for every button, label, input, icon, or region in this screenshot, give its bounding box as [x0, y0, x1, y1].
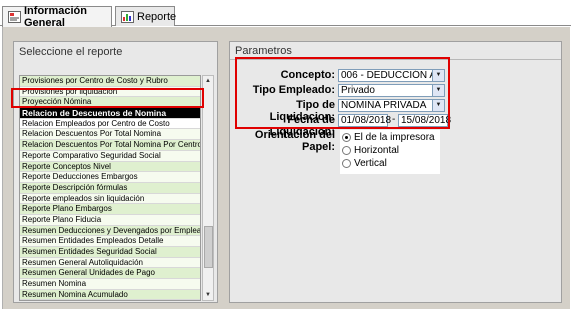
report-list-item[interactable]: Reporte empleados sin liquidación [20, 193, 200, 205]
radio-label: El de la impresora [354, 132, 435, 143]
report-list-item[interactable]: Relacion Descuentos Por Total Nomina [20, 129, 200, 141]
report-list-item[interactable]: Reporte Comparativo Seguridad Social [20, 150, 200, 162]
fecha-hasta-input[interactable]: 15/08/2018 [398, 114, 451, 127]
radio-checked-icon[interactable] [342, 133, 351, 142]
orientacion-radio-group: El de la impresora Horizontal Vertical [340, 130, 440, 174]
tipo-empleado-label: Tipo Empleado: [252, 84, 335, 96]
report-selection-panel: Seleccione el reporte Provisiones por Ce… [13, 41, 218, 303]
radio-el-de-la-impresora[interactable]: El de la impresora [342, 132, 435, 143]
concepto-select[interactable]: 006 - DEDUCCIÓN AFC D ▼ [338, 69, 445, 82]
report-list-item[interactable]: Resumen Nomina [20, 279, 200, 290]
tab-label: Reporte [137, 10, 177, 23]
report-list-item[interactable]: Resumen Deducciones y Devengados por Emp… [20, 225, 200, 237]
date-separator: - [392, 114, 396, 125]
scroll-thumb[interactable] [204, 226, 213, 268]
scroll-down-icon[interactable]: ▼ [203, 290, 213, 300]
chevron-down-icon[interactable]: ▼ [432, 85, 444, 96]
panel-title: Parametros [235, 45, 292, 57]
report-window: Información General Reporte Seleccione e… [0, 0, 571, 309]
tipo-empleado-value: Privado [341, 85, 375, 96]
tipo-liquidacion-select[interactable]: NOMINA PRIVADA ▼ [338, 99, 445, 112]
report-list-item[interactable]: Reporte Descripción fórmulas [20, 182, 200, 194]
radio-label: Vertical [354, 158, 387, 169]
divider [230, 59, 561, 60]
tab-reporte[interactable]: Reporte [115, 6, 177, 26]
orientacion-label: Orientacion del Papel: [230, 129, 335, 153]
parameters-panel: Parametros Concepto: 006 - DEDUCCIÓN AFC… [229, 41, 562, 303]
report-list-item[interactable]: Reporte Plano Fiducia [20, 214, 200, 226]
report-list-item[interactable]: Relacion Descuentos Por Total Nomina Por… [20, 140, 200, 151]
radio-label: Horizontal [354, 145, 400, 156]
tab-label: Información General [24, 5, 87, 29]
orientacion-label-line2: Papel: [301, 141, 335, 153]
report-list-item[interactable]: Relacion de Descuentos de Nomina [20, 108, 200, 119]
report-list-item[interactable]: Provisiones por liquidacion [20, 86, 200, 98]
report-list[interactable]: Provisiones por Centro de Costo y Rubro P… [19, 75, 201, 301]
tab-strip: Información General Reporte [0, 5, 571, 29]
tab-informacion-general[interactable]: Información General [2, 5, 112, 29]
radio-vertical[interactable]: Vertical [342, 158, 387, 169]
report-list-item[interactable]: Relacion Empleados por Centro de Costo [20, 118, 200, 130]
report-list-item[interactable]: Resumen General Unidades de Pago [20, 268, 200, 280]
report-list-item[interactable]: Reporte Plano Embargos [20, 204, 200, 215]
concepto-label: Concepto: [280, 69, 335, 81]
report-list-item[interactable]: Resumen Entidades Empleados Detalle [20, 236, 200, 247]
info-icon [8, 11, 21, 23]
radio-unchecked-icon[interactable] [342, 146, 351, 155]
report-list-item[interactable]: Proyección Nómina [20, 97, 200, 109]
report-icon [121, 10, 134, 23]
fecha-desde-input[interactable]: 01/08/2018 [338, 114, 391, 127]
scroll-up-icon[interactable]: ▲ [203, 76, 213, 86]
radio-horizontal[interactable]: Horizontal [342, 145, 399, 156]
chevron-down-icon[interactable]: ▼ [432, 70, 444, 81]
scrollbar[interactable]: ▲ ▼ [202, 75, 214, 301]
main-area: Seleccione el reporte Provisiones por Ce… [2, 27, 570, 309]
report-list-item[interactable]: Provisiones por Centro de Costo y Rubro [20, 76, 200, 87]
report-list-item[interactable]: Resumen Entidades Seguridad Social [20, 247, 200, 258]
tipo-empleado-select[interactable]: Privado ▼ [338, 84, 445, 97]
orientacion-label-line1: Orientacion del [254, 129, 335, 141]
chevron-down-icon[interactable]: ▼ [432, 100, 444, 111]
panel-title: Seleccione el reporte [19, 46, 123, 58]
report-list-item[interactable]: Reporte Conceptos Nivel [20, 161, 200, 173]
radio-unchecked-icon[interactable] [342, 159, 351, 168]
tipo-liquidacion-value: NOMINA PRIVADA [341, 100, 427, 111]
report-list-item[interactable]: Resumen General Autoliquidación [20, 257, 200, 269]
report-list-item[interactable]: Resumen Nomina Acumulado [20, 289, 200, 300]
report-list-item[interactable]: Reporte Deducciones Embargos [20, 172, 200, 183]
concepto-value: 006 - DEDUCCIÓN AFC D [341, 70, 444, 81]
